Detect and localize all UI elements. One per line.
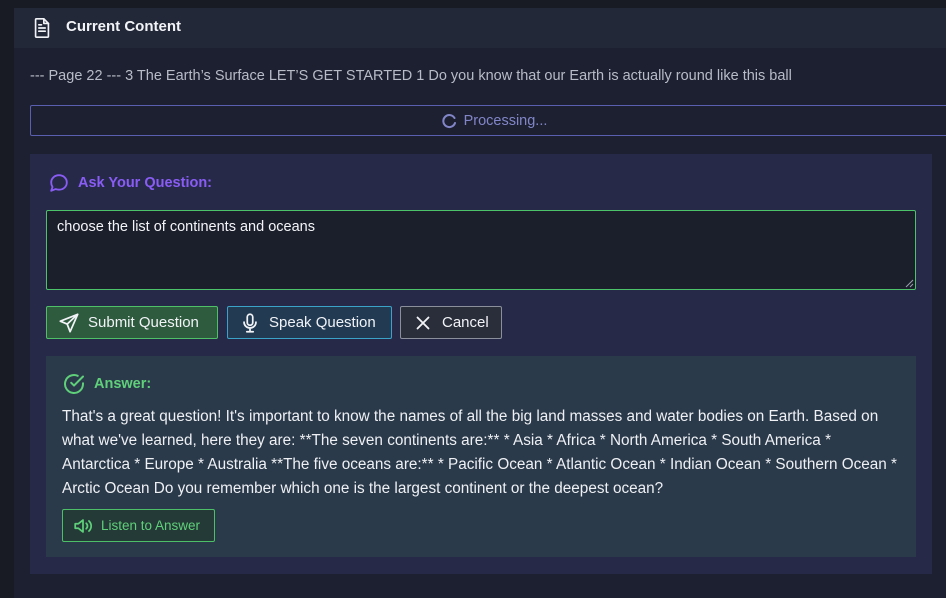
content-snippet: --- Page 22 --- 3 The Earth’s Surface LE… xyxy=(30,68,792,84)
header-title: Current Content xyxy=(66,18,181,35)
content-header: Current Content xyxy=(14,8,946,48)
submit-question-button[interactable]: Submit Question xyxy=(46,306,218,339)
submit-question-label: Submit Question xyxy=(88,314,199,331)
send-icon xyxy=(59,312,79,333)
answer-heading: Answer: xyxy=(62,372,151,396)
close-icon xyxy=(416,316,430,329)
answer-text: That's a great question! It's important … xyxy=(62,408,898,497)
speak-question-button[interactable]: Speak Question xyxy=(227,306,392,339)
answer-label: Answer: xyxy=(94,376,152,392)
speak-question-label: Speak Question xyxy=(269,314,376,331)
ask-question-label: Ask Your Question: xyxy=(78,175,213,191)
listen-to-answer-button[interactable]: Listen to Answer xyxy=(62,509,215,542)
resize-grip-icon[interactable] xyxy=(905,279,914,288)
check-circle-icon xyxy=(64,374,84,394)
microphone-icon xyxy=(243,312,257,333)
spinner-icon xyxy=(441,113,456,128)
processing-label: Processing... xyxy=(463,112,548,129)
cancel-button[interactable]: Cancel xyxy=(400,306,502,339)
speaker-icon xyxy=(74,518,93,533)
ask-question-heading: Ask Your Question: xyxy=(48,172,212,194)
cancel-label: Cancel xyxy=(442,314,489,331)
chat-bubble-icon xyxy=(50,174,68,192)
listen-label: Listen to Answer xyxy=(101,518,201,533)
document-icon xyxy=(34,18,50,38)
question-input[interactable]: choose the list of continents and oceans xyxy=(46,210,916,290)
processing-status: Processing... xyxy=(30,105,946,136)
